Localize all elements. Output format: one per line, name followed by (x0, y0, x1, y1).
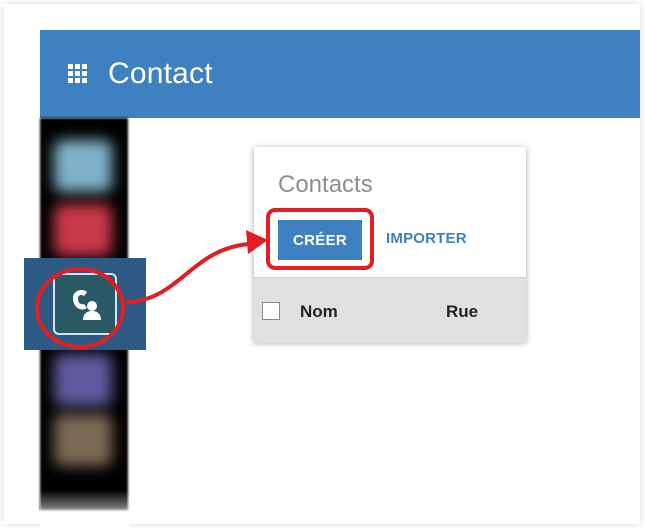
app-title: Contact (108, 57, 213, 90)
dock-app-tile[interactable] (54, 354, 112, 406)
column-header-street[interactable]: Rue (446, 302, 478, 322)
import-button[interactable]: IMPORTER (386, 230, 467, 247)
dock-app-tile[interactable] (54, 414, 112, 466)
card-title: Contacts (278, 171, 373, 198)
dock-app-tile[interactable] (54, 204, 112, 256)
contacts-card: Contacts CRÉER IMPORTER Nom Rue (254, 147, 526, 343)
select-all-checkbox[interactable] (262, 302, 280, 320)
apps-grid-icon[interactable] (68, 64, 88, 84)
table-header-row: Nom Rue (254, 277, 526, 343)
app-header: Contact (40, 30, 640, 118)
dock-fade (40, 490, 130, 528)
dock-app-tile[interactable] (54, 140, 112, 192)
column-header-name[interactable]: Nom (300, 302, 338, 322)
highlight-circle-annotation (35, 267, 125, 349)
highlight-box-annotation (266, 208, 374, 270)
screenshot-stage: Contact Contacts CRÉER IMPORTER Nom Rue (0, 0, 645, 528)
